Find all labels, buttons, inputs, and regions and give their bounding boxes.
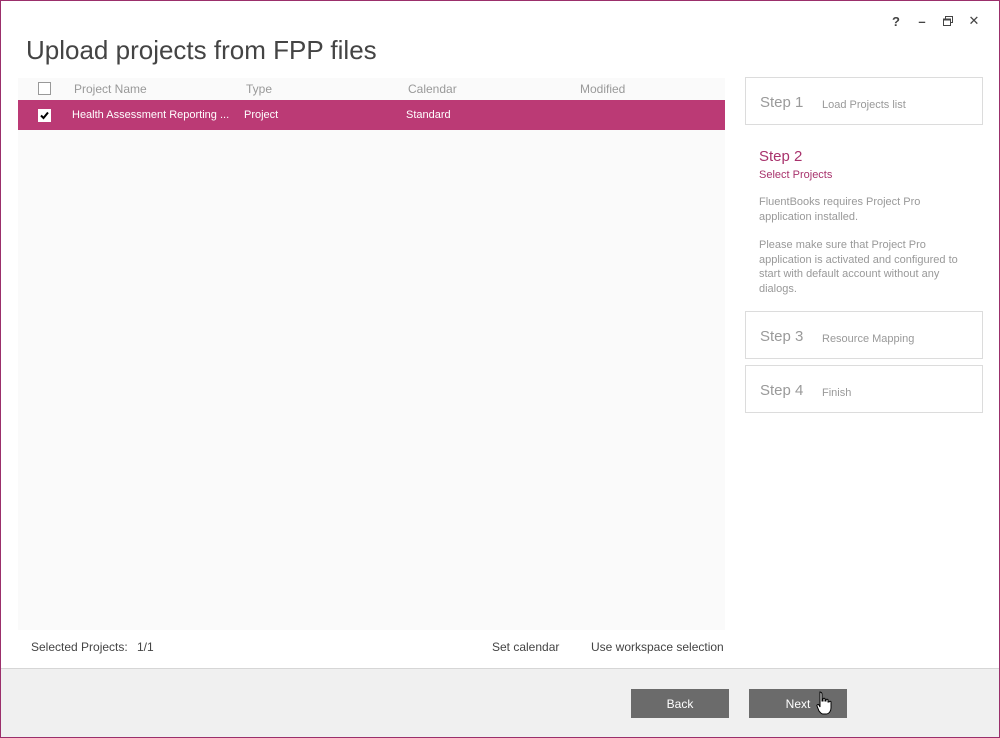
cell-type: Project [244,109,279,121]
select-all-checkbox[interactable] [38,82,51,95]
back-button[interactable]: Back [631,689,729,718]
set-calendar-link[interactable]: Set calendar [492,640,559,654]
footer-bar: Back Next [1,668,999,737]
step-3-label: Resource Mapping [822,333,915,345]
column-header-calendar[interactable]: Calendar [408,82,457,96]
column-header-type[interactable]: Type [246,82,272,96]
selected-projects-count: 1/1 [137,640,154,654]
column-header-modified[interactable]: Modified [580,82,625,96]
step-3: Step 3 Resource Mapping [745,311,983,359]
row-checkbox[interactable] [38,109,51,122]
step-2-instruction-text: Please make sure that Project Pro applic… [759,239,958,295]
step-2-requirement-text: FluentBooks requires Project Pro applica… [759,196,921,223]
step-1-label: Load Projects list [822,99,906,111]
hand-pointer-icon [816,691,832,715]
restore-icon [943,16,953,26]
cell-calendar: Standard [406,109,451,121]
step-1: Step 1 Load Projects list [745,77,983,125]
step-3-number: Step 3 [760,328,804,345]
table-row[interactable]: Health Assessment Reporting ... Project … [18,100,725,130]
close-button[interactable]: ✕ [961,11,987,31]
cell-project-name: Health Assessment Reporting ... [72,109,230,121]
step-2-number: Step 2 [759,148,803,165]
upload-window: ? – ✕ Upload projects from FPP files Pro… [0,0,1000,738]
grid-header: Project Name Type Calendar Modified [18,78,725,100]
checkmark-icon [40,111,49,120]
step-1-number: Step 1 [760,94,804,111]
restore-button[interactable] [935,11,961,31]
use-workspace-selection-link[interactable]: Use workspace selection [591,640,724,654]
next-button[interactable]: Next [749,689,847,718]
step-4-label: Finish [822,387,852,399]
selection-info-bar: Selected Projects: 1/1 Set calendar Use … [1,631,741,667]
column-header-project-name[interactable]: Project Name [74,82,147,96]
selected-projects-label: Selected Projects: [31,640,128,654]
minimize-button[interactable]: – [909,11,935,31]
step-4: Step 4 Finish [745,365,983,413]
help-button[interactable]: ? [883,11,909,31]
step-2-label: Select Projects [759,169,833,181]
step-2: Step 2 Select Projects FluentBooks requi… [745,148,983,308]
step-4-number: Step 4 [760,382,804,399]
window-controls: ? – ✕ [883,11,987,31]
page-title: Upload projects from FPP files [26,35,377,65]
projects-grid: Project Name Type Calendar Modified Heal… [18,78,725,630]
